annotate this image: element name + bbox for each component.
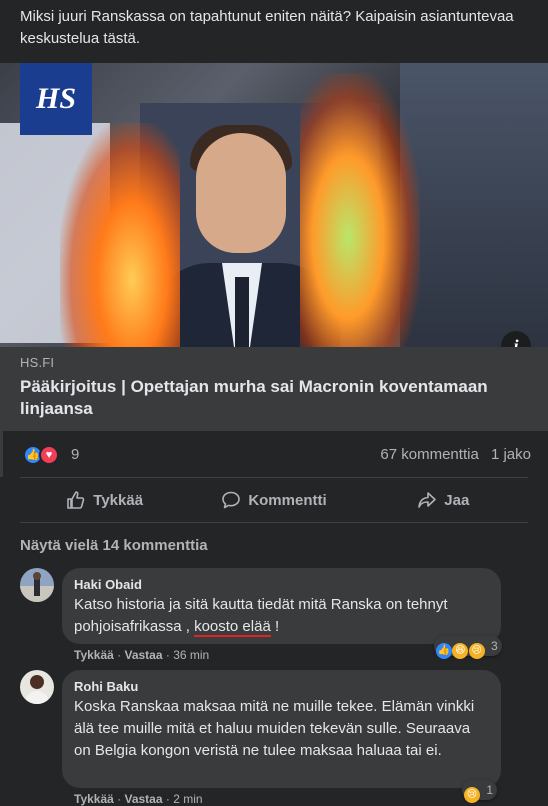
comment-author[interactable]: Haki Obaid: [74, 576, 489, 594]
comment-count[interactable]: 67 kommenttia: [380, 446, 478, 463]
comment-text-end: !: [270, 618, 280, 635]
share-count[interactable]: 1 jako: [491, 446, 531, 463]
share-button[interactable]: Jaa: [359, 478, 528, 522]
share-icon: [418, 492, 437, 508]
like-button[interactable]: Tykkää: [20, 478, 189, 522]
comment-share-counts: 67 kommenttia 1 jako: [380, 446, 531, 463]
flame-left: [60, 123, 180, 347]
comment-like-link[interactable]: Tykkää: [74, 792, 114, 806]
reactions-summary: 👍 ♥ 9 67 kommenttia 1 jako: [0, 431, 548, 477]
post-text: Miksi juuri Ranskassa on tapahtunut enit…: [20, 8, 514, 47]
link-preview-card[interactable]: HS i HS.FI Pääkirjoitus | Opettajan murh…: [0, 63, 548, 431]
share-button-label: Jaa: [444, 491, 470, 509]
link-preview-image[interactable]: HS i: [0, 63, 548, 347]
comment-reactions[interactable]: 👍 😆 😢 3: [434, 636, 502, 659]
link-headline[interactable]: Pääkirjoitus | Opettajan murha sai Macro…: [20, 376, 530, 420]
post-actions: Tykkää Kommentti Jaa: [20, 477, 528, 523]
hs-logo: HS: [20, 63, 92, 135]
avatar[interactable]: [20, 670, 54, 704]
sad-reaction-icon: 😢: [464, 787, 480, 803]
poster-tie: [235, 277, 249, 347]
view-more-comments-link[interactable]: Näytä vielä 14 kommenttia: [20, 537, 208, 554]
comment-reply-link[interactable]: Vastaa: [124, 792, 162, 806]
sad-reaction-icon: 😢: [468, 643, 485, 659]
thumbs-up-icon: [67, 491, 85, 509]
comment-text: Katso historia ja sitä kautta tiedät mit…: [74, 594, 489, 638]
comment-reaction-count: 3: [491, 639, 498, 653]
avatar[interactable]: [20, 568, 54, 602]
comment-timestamp[interactable]: 2 min: [173, 792, 202, 806]
comment-text: Koska Ranskaa maksaa mitä ne muille teke…: [74, 698, 475, 759]
comment-bubble: Rohi Baku Koska Ranskaa maksaa mitä ne m…: [62, 670, 501, 788]
comment-button-label: Kommentti: [248, 491, 327, 509]
comment-meta: Tykkää · Vastaa · 2 min: [74, 792, 203, 806]
comment-reply-link[interactable]: Vastaa: [124, 648, 162, 662]
comment: Haki Obaid Katso historia ja sitä kautta…: [20, 568, 528, 664]
comment-reactions[interactable]: 😢 1: [462, 780, 498, 803]
comment-button[interactable]: Kommentti: [189, 478, 358, 522]
avatar-photo: [20, 568, 54, 602]
comment-bubble: Haki Obaid Katso historia ja sitä kautta…: [62, 568, 501, 644]
comment-timestamp[interactable]: 36 min: [173, 648, 209, 662]
spellcheck-underlined-text: koosto elää: [194, 618, 271, 637]
comment: Rohi Baku Koska Ranskaa maksaa mitä ne m…: [20, 670, 528, 806]
comment-icon: [222, 491, 241, 509]
person-arm: [400, 63, 548, 347]
like-reaction-icon: 👍: [436, 643, 452, 659]
comment-reaction-count: 1: [486, 783, 494, 797]
link-source: HS.FI: [20, 355, 55, 370]
comment-author[interactable]: Rohi Baku: [74, 678, 489, 696]
haha-reaction-icon: 😆: [452, 643, 469, 659]
poster-face: [196, 133, 286, 253]
comment-like-link[interactable]: Tykkää: [74, 648, 114, 662]
reaction-count[interactable]: 9: [71, 446, 79, 463]
flame-right: [300, 73, 420, 347]
avatar-photo: [20, 670, 54, 704]
love-reaction-icon: ♥: [39, 445, 59, 465]
comment-meta: Tykkää · Vastaa · 36 min: [74, 648, 210, 662]
like-button-label: Tykkää: [93, 491, 144, 509]
